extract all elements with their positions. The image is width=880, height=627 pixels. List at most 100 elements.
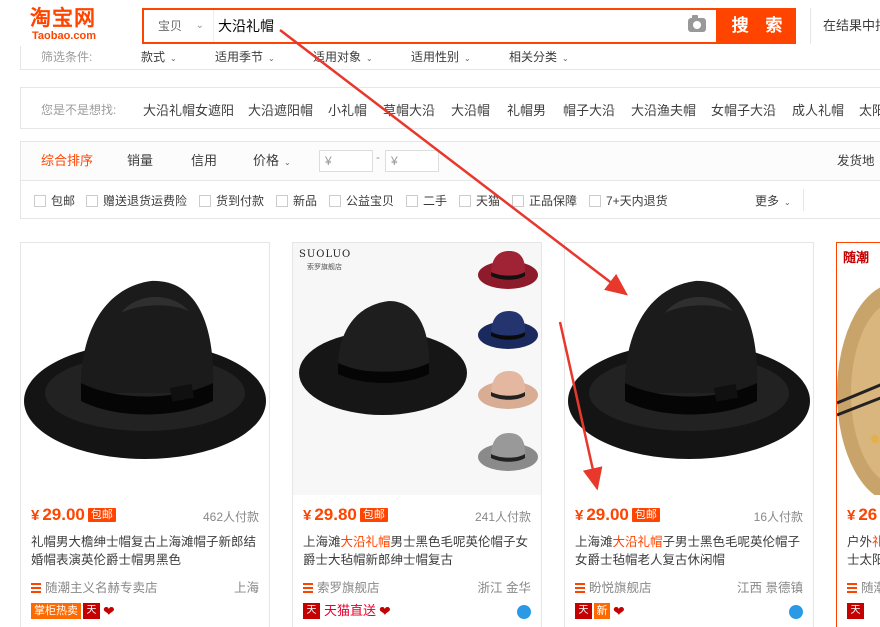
related-link[interactable]: 太阳 bbox=[859, 100, 880, 119]
title-highlight: 大沿礼帽 bbox=[612, 535, 663, 549]
sold-count: 241人付款 bbox=[474, 510, 531, 524]
product-title[interactable]: 礼帽男大檐绅士帽复古上海滩帽子新郎结婚帽表演英伦爵士帽男黑色 bbox=[31, 533, 266, 569]
sort-price-label: 价格 bbox=[253, 153, 280, 168]
yen-symbol: ¥ bbox=[303, 507, 312, 524]
related-link[interactable]: 小礼帽 bbox=[328, 100, 367, 119]
check-new[interactable]: 新品 bbox=[276, 192, 317, 209]
heart-icon[interactable]: ❤ bbox=[379, 603, 391, 619]
tmall-icon[interactable]: 天 bbox=[575, 603, 592, 619]
camera-icon[interactable] bbox=[688, 15, 706, 32]
checkbox[interactable] bbox=[512, 195, 524, 207]
straw-hat-image bbox=[837, 287, 880, 495]
checkbox[interactable] bbox=[276, 195, 288, 207]
new-badge[interactable]: 新 bbox=[594, 603, 610, 619]
check-label: 货到付款 bbox=[216, 194, 265, 208]
product-title[interactable]: 上海滩大沿礼帽男士黑色毛呢英伦帽子女爵士大毡帽新郎绅士帽复古 bbox=[303, 533, 538, 569]
search-category-select[interactable]: 宝贝 ⌄ bbox=[144, 10, 214, 42]
yen-symbol: ¥ bbox=[575, 507, 584, 524]
product-image[interactable]: SUOLUO 索罗旗舰店 bbox=[293, 243, 541, 495]
price-max-input[interactable]: ¥ bbox=[385, 150, 439, 172]
hat-image bbox=[568, 280, 810, 459]
search-input[interactable]: 大沿礼帽 bbox=[218, 10, 274, 42]
product-card[interactable]: ¥29.00 包邮 16人付款 上海滩大沿礼帽子男士黑色毛呢英伦帽子女爵士毡帽老人… bbox=[564, 242, 814, 627]
related-link[interactable]: 大沿礼帽女遮阳 bbox=[143, 100, 234, 119]
taobao-search-page: 淘宝网 Taobao.com 宝贝 ⌄ 大沿礼帽 搜 索 在结果中排 筛选条件:… bbox=[0, 0, 880, 627]
title-text-line2: 士太阳 bbox=[847, 553, 880, 567]
ship-from-select[interactable]: 发货地 bbox=[837, 142, 875, 180]
shop-name: 随潮主义名赫专卖店 bbox=[45, 581, 158, 595]
checkbox[interactable] bbox=[406, 195, 418, 207]
product-card[interactable]: ¥29.00 包邮 462人付款 礼帽男大檐绅士帽复古上海滩帽子新郎结婚帽表演英伦… bbox=[20, 242, 270, 627]
price-min-input[interactable]: ¥ bbox=[319, 150, 373, 172]
title-text: 礼帽男大檐绅士帽复古上海滩帽子新郎结婚帽表演英伦爵士帽男黑色 bbox=[31, 535, 257, 567]
check-genuine[interactable]: 正品保障 bbox=[512, 192, 577, 209]
wangwang-chat-icon[interactable] bbox=[789, 605, 803, 619]
shop-link[interactable]: 随潮 bbox=[847, 577, 880, 596]
checkbox[interactable] bbox=[329, 195, 341, 207]
check-charity[interactable]: 公益宝贝 bbox=[329, 192, 394, 209]
hot-sale-badge[interactable]: 掌柜热卖 bbox=[31, 603, 81, 619]
sort-sales-tab[interactable]: 销量 bbox=[127, 142, 153, 180]
filter-gender[interactable]: 适用性别 ⌄ bbox=[411, 48, 471, 65]
check-second-hand[interactable]: 二手 bbox=[406, 192, 447, 209]
tmall-direct-badge[interactable]: 天猫直送 bbox=[324, 603, 376, 619]
product-card[interactable]: SUOLUO 索罗旗舰店 ¥ 29.80 包邮 241人付款 上海滩大沿礼帽男士… bbox=[292, 242, 542, 627]
check-cod[interactable]: 货到付款 bbox=[199, 192, 264, 209]
related-link[interactable]: 帽子大沿 bbox=[563, 100, 615, 119]
related-link[interactable]: 草帽大沿 bbox=[383, 100, 435, 119]
filter-season[interactable]: 适用季节 ⌄ bbox=[215, 48, 275, 65]
title-text: 上海滩 bbox=[575, 535, 613, 549]
filter-style[interactable]: 款式 ⌄ bbox=[141, 48, 177, 65]
shop-link[interactable]: 索罗旗舰店 bbox=[303, 577, 380, 596]
sort-credit-tab[interactable]: 信用 bbox=[191, 142, 217, 180]
related-link[interactable]: 成人礼帽 bbox=[792, 100, 844, 119]
filter-target[interactable]: 适用对象 ⌄ bbox=[313, 48, 373, 65]
search-category-label: 宝贝 bbox=[158, 19, 183, 33]
price-value: 29.00 bbox=[586, 505, 629, 524]
shop-link[interactable]: 盼悦旗舰店 bbox=[575, 577, 652, 596]
product-title[interactable]: 户外礼士太阳 bbox=[847, 533, 880, 569]
check-free-shipping[interactable]: 包邮 bbox=[34, 192, 75, 209]
product-image[interactable]: 随潮 bbox=[837, 243, 880, 495]
heart-icon[interactable]: ❤ bbox=[613, 603, 625, 619]
beige-hat bbox=[478, 371, 538, 409]
tmall-icon[interactable]: 天 bbox=[303, 603, 320, 619]
product-title[interactable]: 上海滩大沿礼帽子男士黑色毛呢英伦帽子女爵士毡帽老人复古休闲帽 bbox=[575, 533, 810, 569]
checkbox[interactable] bbox=[199, 195, 211, 207]
check-return-insurance[interactable]: 赠送退货运费险 bbox=[86, 192, 187, 209]
shop-icon bbox=[575, 583, 585, 593]
checkbox[interactable] bbox=[589, 195, 601, 207]
heart-icon[interactable]: ❤ bbox=[103, 603, 115, 619]
yen-symbol: ¥ bbox=[847, 507, 856, 524]
product-card[interactable]: 随潮 ¥26 户外礼 士太阳 随潮 天 bbox=[836, 242, 880, 627]
check-7day-return[interactable]: 7+天内退货 bbox=[589, 192, 668, 209]
checkbox[interactable] bbox=[86, 195, 98, 207]
related-link[interactable]: 大沿渔夫帽 bbox=[631, 100, 696, 119]
more-filters-button[interactable]: 更多 ⌄ bbox=[755, 192, 791, 209]
product-image[interactable] bbox=[21, 243, 269, 495]
price-range-dash: - bbox=[376, 150, 380, 164]
product-price: ¥29.00 包邮 bbox=[575, 505, 660, 525]
taobao-logo[interactable]: 淘宝网 Taobao.com bbox=[30, 6, 96, 42]
related-label: 您是不是想找: bbox=[41, 103, 117, 117]
title-highlight: 礼 bbox=[872, 535, 880, 549]
related-link[interactable]: 大沿遮阳帽 bbox=[248, 100, 313, 119]
filter-item-label: 适用对象 bbox=[313, 50, 362, 64]
checkbox[interactable] bbox=[459, 195, 471, 207]
related-link[interactable]: 礼帽男 bbox=[507, 100, 546, 119]
search-button[interactable]: 搜 索 bbox=[718, 8, 796, 44]
sort-default-tab[interactable]: 综合排序 bbox=[41, 142, 93, 180]
product-image[interactable] bbox=[565, 243, 813, 495]
title-text: 户外 bbox=[847, 535, 873, 549]
filter-category[interactable]: 相关分类 ⌄ bbox=[509, 48, 569, 65]
checkbox[interactable] bbox=[34, 195, 46, 207]
sort-price-tab[interactable]: 价格 ⌄ bbox=[253, 142, 291, 180]
tmall-icon[interactable]: 天 bbox=[847, 603, 864, 619]
related-link[interactable]: 大沿帽 bbox=[451, 100, 490, 119]
tmall-icon[interactable]: 天 bbox=[83, 603, 100, 619]
wangwang-chat-icon[interactable] bbox=[517, 605, 531, 619]
check-tmall[interactable]: 天猫 bbox=[459, 192, 500, 209]
shop-link[interactable]: 随潮主义名赫专卖店 bbox=[31, 577, 158, 596]
related-link[interactable]: 女帽子大沿 bbox=[711, 100, 776, 119]
search-in-results-button[interactable]: 在结果中排 bbox=[810, 8, 880, 44]
